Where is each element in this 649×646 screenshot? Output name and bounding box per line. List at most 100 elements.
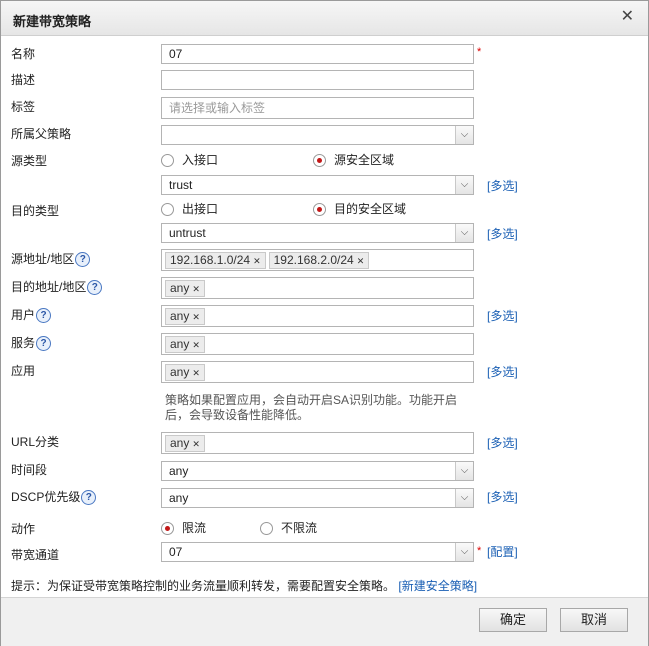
dialog-title: 新建带宽策略 <box>13 14 92 29</box>
parent-policy-select[interactable]: ⌵ <box>161 125 474 145</box>
radio-source-zone[interactable]: 源安全区域 <box>313 151 394 168</box>
user-label-text: 用户 <box>11 308 36 322</box>
user-tagbox[interactable]: any ✕ <box>161 305 474 327</box>
source-zone-select[interactable]: trust ⌵ <box>161 175 474 195</box>
chevron-down-icon[interactable]: ⌵ <box>455 176 473 194</box>
service-tag: any ✕ <box>165 336 205 353</box>
user-label: 用户? <box>11 306 52 324</box>
application-tag: any ✕ <box>165 364 205 381</box>
dest-type-label: 目的类型 <box>11 204 60 218</box>
radio-unchecked-icon <box>161 154 174 168</box>
source-address-label: 源地址/地区? <box>11 250 91 268</box>
chevron-down-icon[interactable]: ⌵ <box>455 543 473 561</box>
application-tag-text: any <box>170 365 190 379</box>
name-input[interactable]: 07 <box>161 44 474 64</box>
dscp-label: DSCP优先级? <box>11 488 97 506</box>
service-label: 服务? <box>11 334 52 352</box>
address-tag-text: 192.168.2.0/24 <box>273 253 354 267</box>
application-note: 策略如果配置应用，会自动开启SA识别功能。功能开启后，会导致设备性能降低。 <box>165 393 458 422</box>
close-icon[interactable]: ✕ <box>621 9 634 25</box>
radio-unchecked-icon <box>260 522 273 536</box>
help-icon[interactable]: ? <box>36 336 52 352</box>
radio-dest-zone-label: 目的安全区域 <box>334 202 407 216</box>
source-type-label: 源类型 <box>11 154 48 168</box>
dest-address-label-text: 目的地址/地区 <box>11 280 87 294</box>
hint-message: 提示：为保证受带宽策略控制的业务流量顺利转发，需要配置安全策略。 <box>11 579 396 593</box>
remove-tag-icon[interactable]: ✕ <box>192 439 200 449</box>
dialog-footer: 确定 取消 <box>1 597 648 646</box>
tags-input[interactable]: 请选择或输入标签 <box>161 97 474 119</box>
time-range-select[interactable]: any ⌵ <box>161 461 474 481</box>
hint-text: 提示：为保证受带宽策略控制的业务流量顺利转发，需要配置安全策略。 [新建安全策略… <box>11 577 477 594</box>
address-tag: 192.168.2.0/24 ✕ <box>268 252 370 269</box>
application-multi-select-link[interactable]: [多选] <box>487 363 518 380</box>
remove-tag-icon[interactable]: ✕ <box>192 284 200 294</box>
radio-checked-icon <box>161 522 174 536</box>
time-range-label: 时间段 <box>11 463 48 477</box>
remove-tag-icon[interactable]: ✕ <box>192 340 200 350</box>
help-icon[interactable]: ? <box>75 252 91 268</box>
user-tag: any ✕ <box>165 308 205 325</box>
required-marker: * <box>477 545 482 557</box>
service-label-text: 服务 <box>11 336 36 350</box>
dest-zone-select[interactable]: untrust ⌵ <box>161 223 474 243</box>
source-address-tagbox[interactable]: 192.168.1.0/24 ✕ 192.168.2.0/24 ✕ <box>161 249 474 271</box>
url-category-tagbox[interactable]: any ✕ <box>161 432 474 454</box>
help-icon[interactable]: ? <box>81 490 97 506</box>
radio-no-limit[interactable]: 不限流 <box>260 519 317 536</box>
application-tagbox[interactable]: any ✕ <box>161 361 474 383</box>
description-label: 描述 <box>11 73 36 87</box>
address-tag-text: any <box>170 281 190 295</box>
address-tag: 192.168.1.0/24 ✕ <box>165 252 266 269</box>
radio-dest-zone[interactable]: 目的安全区域 <box>313 200 406 217</box>
url-category-label: URL分类 <box>11 435 60 449</box>
user-tag-text: any <box>170 309 190 323</box>
remove-tag-icon[interactable]: ✕ <box>192 312 200 322</box>
remove-tag-icon[interactable]: ✕ <box>192 368 200 378</box>
dscp-multi-select-link[interactable]: [多选] <box>487 488 518 505</box>
description-input[interactable] <box>161 70 474 90</box>
name-label: 名称 <box>11 47 36 61</box>
chevron-down-icon[interactable]: ⌵ <box>455 462 473 480</box>
new-security-policy-link[interactable]: [新建安全策略] <box>398 579 477 593</box>
url-category-tag-text: any <box>170 436 190 450</box>
dialog-body: 名称 07 * 描述 标签 请选择或输入标签 所属父策略 ⌵ 源类型 入接口 源… <box>1 36 648 601</box>
action-label: 动作 <box>11 522 36 536</box>
radio-source-zone-label: 源安全区域 <box>334 153 395 167</box>
remove-tag-icon[interactable]: ✕ <box>253 256 261 266</box>
dscp-label-text: DSCP优先级 <box>11 490 81 504</box>
address-tag-text: 192.168.1.0/24 <box>170 253 251 267</box>
radio-checked-icon <box>313 154 326 168</box>
radio-rate-limit[interactable]: 限流 <box>161 519 206 536</box>
url-category-multi-select-link[interactable]: [多选] <box>487 434 518 451</box>
ok-button[interactable]: 确定 <box>479 608 547 632</box>
bandwidth-channel-select[interactable]: 07 ⌵ <box>161 542 474 562</box>
help-icon[interactable]: ? <box>87 280 103 296</box>
radio-inbound-interface-label: 入接口 <box>182 153 219 167</box>
chevron-down-icon[interactable]: ⌵ <box>455 489 473 507</box>
radio-outbound-interface[interactable]: 出接口 <box>161 200 218 217</box>
help-icon[interactable]: ? <box>36 308 52 324</box>
tags-label: 标签 <box>11 100 36 114</box>
cancel-button[interactable]: 取消 <box>560 608 628 632</box>
bandwidth-channel-config-link[interactable]: [配置] <box>487 543 518 560</box>
chevron-down-icon[interactable]: ⌵ <box>455 224 473 242</box>
address-tag: any ✕ <box>165 280 205 297</box>
dest-zone-value: untrust <box>169 226 206 240</box>
dest-zone-multi-select-link[interactable]: [多选] <box>487 225 518 242</box>
remove-tag-icon[interactable]: ✕ <box>357 256 365 266</box>
required-marker: * <box>477 46 482 58</box>
source-address-label-text: 源地址/地区 <box>11 252 75 266</box>
dscp-select[interactable]: any ⌵ <box>161 488 474 508</box>
radio-checked-icon <box>313 203 326 217</box>
new-bandwidth-policy-dialog: 新建带宽策略 ✕ 名称 07 * 描述 标签 请选择或输入标签 所属父策略 ⌵ … <box>0 0 649 646</box>
user-multi-select-link[interactable]: [多选] <box>487 307 518 324</box>
radio-no-limit-label: 不限流 <box>281 521 318 535</box>
source-zone-multi-select-link[interactable]: [多选] <box>487 177 518 194</box>
dest-address-tagbox[interactable]: any ✕ <box>161 277 474 299</box>
chevron-down-icon[interactable]: ⌵ <box>455 126 473 144</box>
dscp-value: any <box>169 491 189 505</box>
service-tagbox[interactable]: any ✕ <box>161 333 474 355</box>
radio-inbound-interface[interactable]: 入接口 <box>161 151 218 168</box>
service-tag-text: any <box>170 337 190 351</box>
